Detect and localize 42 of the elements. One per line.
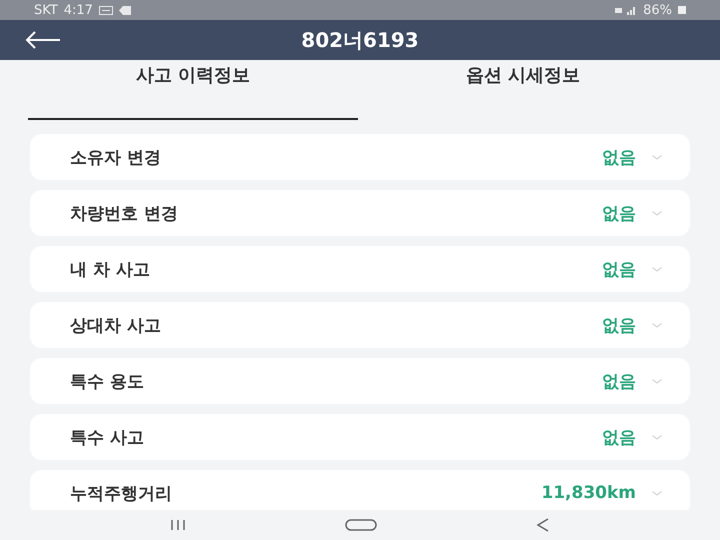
row-label: 특수 사고 xyxy=(70,426,145,448)
history-row[interactable]: 상대차 사고 없음 xyxy=(30,302,690,348)
chevron-down-icon xyxy=(652,266,662,272)
row-value: 11,830km xyxy=(541,483,636,503)
message-icon xyxy=(98,6,113,14)
row-label: 내 차 사고 xyxy=(70,258,151,280)
chevron-down-icon xyxy=(652,378,662,384)
chevron-down-icon xyxy=(652,154,662,160)
history-row[interactable]: 누적주행거리 11,830km xyxy=(30,470,690,510)
row-value: 없음 xyxy=(602,202,636,224)
chevron-down-icon xyxy=(652,322,662,328)
chevron-down-icon xyxy=(652,490,662,496)
history-row[interactable]: 소유자 변경 없음 xyxy=(30,134,690,180)
battery-percent: 86% xyxy=(643,2,672,18)
tab[interactable]: 옵션 시세정보 xyxy=(358,58,688,120)
row-value: 없음 xyxy=(602,370,636,392)
row-label: 소유자 변경 xyxy=(70,146,162,168)
plate-number-title: 802너6193 xyxy=(300,26,420,54)
history-row[interactable]: 차량번호 변경 없음 xyxy=(30,190,690,236)
carrier-label: SKT xyxy=(34,2,58,18)
history-row[interactable]: 특수 용도 없음 xyxy=(30,358,690,404)
clock: 4:17 xyxy=(64,2,93,18)
row-value: 없음 xyxy=(602,258,636,280)
back-icon[interactable] xyxy=(536,518,550,532)
tab[interactable]: 사고 이력정보 xyxy=(28,58,358,120)
signal-icon xyxy=(615,5,638,15)
battery-icon xyxy=(678,6,686,14)
row-label: 상대차 사고 xyxy=(70,314,162,336)
history-row[interactable]: 특수 사고 없음 xyxy=(30,414,690,460)
chevron-down-icon xyxy=(652,434,662,440)
chevron-down-icon xyxy=(652,210,662,216)
recent-apps-icon[interactable] xyxy=(170,520,186,530)
row-value: 없음 xyxy=(602,426,636,448)
home-icon[interactable] xyxy=(344,519,377,531)
tag-icon xyxy=(118,6,131,14)
back-arrow-icon[interactable] xyxy=(24,31,62,49)
history-row[interactable]: 내 차 사고 없음 xyxy=(30,246,690,292)
row-value: 없음 xyxy=(602,314,636,336)
row-value: 없음 xyxy=(602,146,636,168)
row-label: 누적주행거리 xyxy=(70,482,173,504)
row-label: 특수 용도 xyxy=(70,370,145,392)
row-label: 차량번호 변경 xyxy=(70,202,179,224)
